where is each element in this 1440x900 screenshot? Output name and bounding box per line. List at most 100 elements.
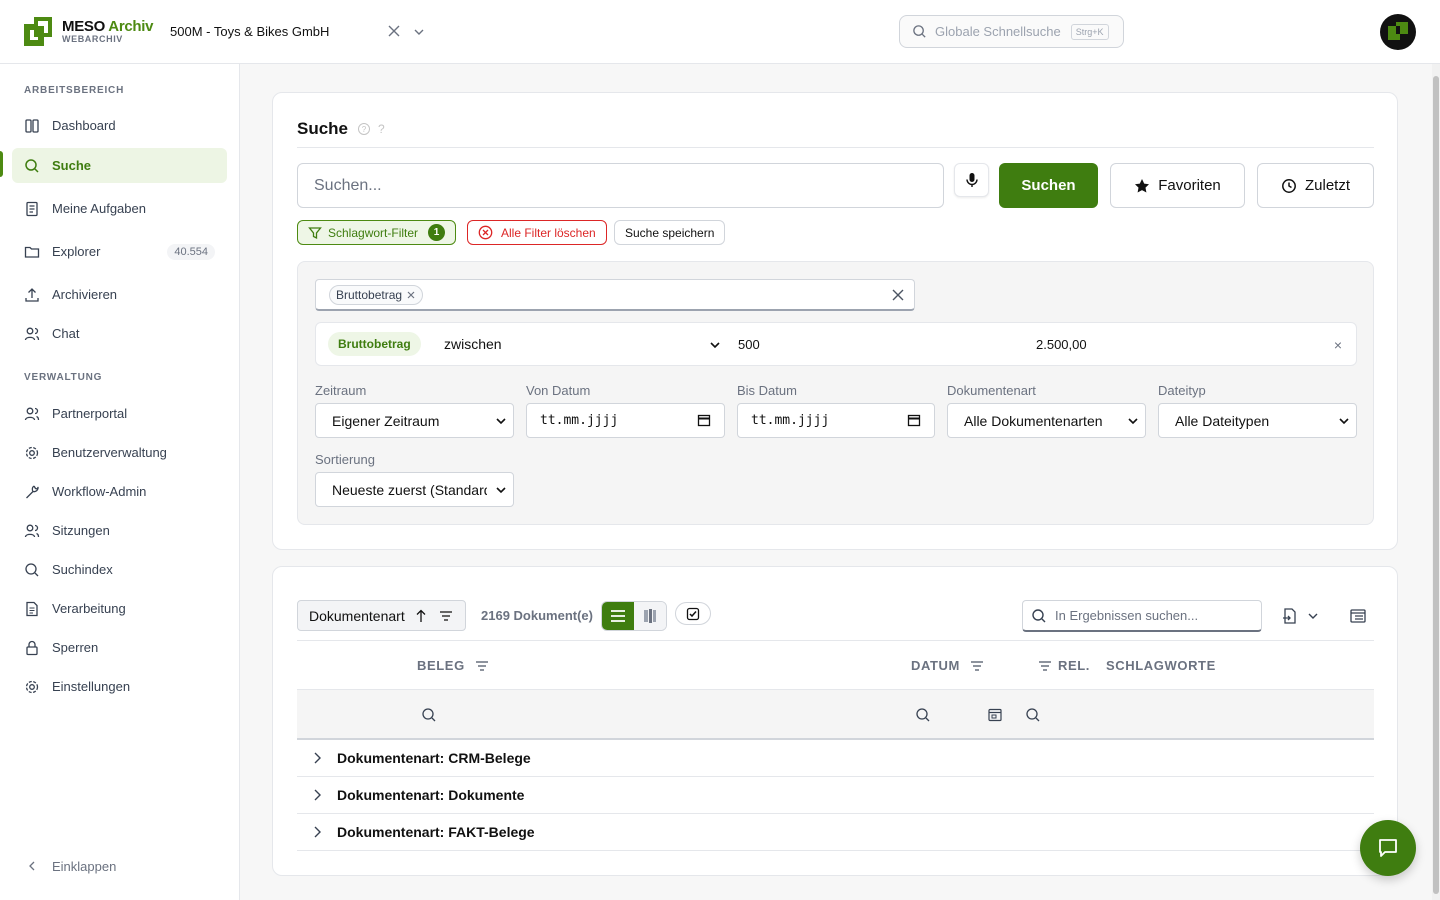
arrow-up-icon[interactable] <box>415 609 427 623</box>
clear-filters-button[interactable]: Alle Filter löschen <box>467 220 607 245</box>
dokumentenart-label: Dokumentenart <box>947 383 1036 398</box>
microphone-button[interactable] <box>954 163 989 197</box>
sidebar-item-einstellungen[interactable]: Einstellungen <box>12 669 227 704</box>
sidebar-item-sitzungen[interactable]: Sitzungen <box>12 513 227 548</box>
recent-button[interactable]: Zuletzt <box>1257 163 1374 208</box>
brand-logo[interactable]: MESO Archiv WEBARCHIV <box>24 17 153 46</box>
sortierung-select[interactable]: Neueste zuerst (Standard) <box>315 472 514 507</box>
tenant-name[interactable]: 500M - Toys & Bikes GmbH <box>170 24 329 39</box>
sidebar-item-aufgaben[interactable]: Meine Aufgaben <box>12 191 227 226</box>
zeitraum-label: Zeitraum <box>315 383 367 398</box>
favorites-button[interactable]: Favoriten <box>1110 163 1245 208</box>
help-icon[interactable]: ? <box>358 123 371 135</box>
x-circle-icon <box>478 225 493 240</box>
calendar-icon[interactable] <box>697 413 711 427</box>
split-view-button[interactable] <box>634 602 666 630</box>
favorites-label: Favoriten <box>1158 177 1221 194</box>
search-icon[interactable] <box>1025 707 1041 723</box>
chevron-right-icon[interactable] <box>297 751 337 765</box>
select-mode-button[interactable] <box>675 602 711 625</box>
filter-lines-icon[interactable] <box>1038 660 1052 672</box>
clear-filters-label: Alle Filter löschen <box>501 225 596 240</box>
sidebar-item-archivieren[interactable]: Archivieren <box>12 277 227 312</box>
dateityp-select[interactable]: Alle Dateitypen <box>1158 403 1357 438</box>
keyword-filter-chip[interactable]: Schlagwort-Filter 1 <box>297 220 457 245</box>
sidebar-item-partnerportal[interactable]: Partnerportal <box>12 396 227 431</box>
help-hint[interactable]: ? <box>378 122 385 136</box>
table-header-row: BELEG DATUM REL. SCHLAGWORTE <box>297 640 1374 690</box>
calendar-icon[interactable] <box>907 413 921 427</box>
search-button[interactable]: Suchen <box>999 163 1098 208</box>
users-icon <box>24 523 40 539</box>
group-label: Dokumentenart: Dokumente <box>337 787 525 803</box>
sidebar-item-explorer[interactable]: Explorer 40.554 <box>12 234 227 269</box>
clear-tags-icon[interactable] <box>890 287 906 303</box>
collapse-sidebar-button[interactable]: Einklappen <box>24 858 116 874</box>
sort-lines-icon[interactable] <box>439 610 453 622</box>
export-button[interactable] <box>1281 607 1319 625</box>
star-icon <box>1135 178 1150 192</box>
column-rel[interactable]: REL. <box>1038 658 1090 673</box>
chevron-right-icon[interactable] <box>297 825 337 839</box>
chevron-down-icon <box>496 487 506 494</box>
table-columns-icon <box>1350 609 1366 623</box>
sidebar-item-verarbeitung[interactable]: Verarbeitung <box>12 591 227 626</box>
condition-operator-select[interactable]: zwischen <box>444 336 721 352</box>
tasks-icon <box>24 201 40 217</box>
date-range-icon[interactable] <box>987 707 1003 723</box>
group-by-chip[interactable]: Dokumentenart <box>297 600 466 631</box>
zeitraum-select[interactable]: Eigener Zeitraum <box>315 403 514 438</box>
explorer-count-badge: 40.554 <box>167 243 215 260</box>
chevron-down-icon <box>710 342 720 349</box>
list-view-button[interactable] <box>602 602 634 630</box>
sidebar-item-workflow-admin[interactable]: Workflow-Admin <box>12 474 227 509</box>
search-icon[interactable] <box>915 707 931 723</box>
group-row[interactable]: Dokumentenart: CRM-Belege <box>297 740 1374 777</box>
sidebar-item-benutzerverwaltung[interactable]: Benutzerverwaltung <box>12 435 227 470</box>
sidebar-item-dashboard[interactable]: Dashboard <box>12 108 227 143</box>
von-datum-field[interactable]: tt.mm.jjjj <box>526 403 725 438</box>
chat-fab-button[interactable] <box>1360 820 1416 876</box>
search-icon[interactable] <box>421 707 437 723</box>
group-row[interactable]: Dokumentenart: FAKT-Belege <box>297 814 1374 851</box>
scrollbar-thumb[interactable] <box>1433 76 1439 894</box>
filter-lines-icon[interactable] <box>970 660 984 672</box>
sidebar-item-label: Sitzungen <box>52 523 110 538</box>
group-row[interactable]: Dokumentenart: Dokumente <box>297 777 1374 814</box>
close-icon[interactable] <box>406 290 416 300</box>
chevron-left-icon <box>29 861 35 871</box>
save-search-button[interactable]: Suche speichern <box>614 220 726 245</box>
sidebar-item-suche[interactable]: Suche <box>12 148 227 183</box>
chevron-down-icon <box>1128 418 1138 425</box>
column-datum[interactable]: DATUM <box>911 658 984 673</box>
sidebar-item-label: Suche <box>52 158 92 173</box>
global-search-input[interactable]: Globale Schnellsuche Strg+K <box>899 15 1124 48</box>
results-search-input[interactable]: In Ergebnissen suchen... <box>1022 600 1262 632</box>
gear-icon <box>24 445 40 461</box>
column-beleg[interactable]: BELEG <box>417 658 489 673</box>
filter-lines-icon[interactable] <box>475 660 489 672</box>
condition-operator-value: zwischen <box>444 336 502 352</box>
bis-datum-field[interactable]: tt.mm.jjjj <box>737 403 935 438</box>
chevron-right-icon[interactable] <box>297 788 337 802</box>
column-schlagworte[interactable]: SCHLAGWORTE <box>1106 658 1216 673</box>
sidebar-item-sperren[interactable]: Sperren <box>12 630 227 665</box>
chevron-down-icon[interactable] <box>413 25 425 37</box>
sidebar-item-label: Verarbeitung <box>52 601 126 616</box>
keyword-tag[interactable]: Bruttobetrag <box>329 285 424 305</box>
condition-value-to[interactable]: 2.500,00 <box>1036 337 1087 352</box>
close-icon[interactable] <box>386 23 402 39</box>
results-card: Dokumentenart 2169 Dokument(e) In Ergebn… <box>272 566 1398 876</box>
avatar[interactable] <box>1380 14 1416 50</box>
condition-value-from[interactable]: 500 <box>738 337 760 352</box>
columns-settings-button[interactable] <box>1349 607 1367 630</box>
dokumentenart-select[interactable]: Alle Dokumentenarten <box>947 403 1146 438</box>
search-input[interactable]: Suchen... <box>297 163 944 208</box>
remove-condition-button[interactable]: × <box>1334 337 1342 353</box>
keyword-tag-input[interactable]: Bruttobetrag <box>315 279 915 311</box>
sidebar-item-suchindex[interactable]: Suchindex <box>12 552 227 587</box>
sidebar-item-chat[interactable]: Chat <box>12 316 227 351</box>
keyword-condition-row: Bruttobetrag zwischen 500 2.500,00 × <box>315 322 1357 366</box>
page-scrollbar[interactable] <box>1432 64 1440 900</box>
filter-count-badge: 1 <box>428 224 446 241</box>
